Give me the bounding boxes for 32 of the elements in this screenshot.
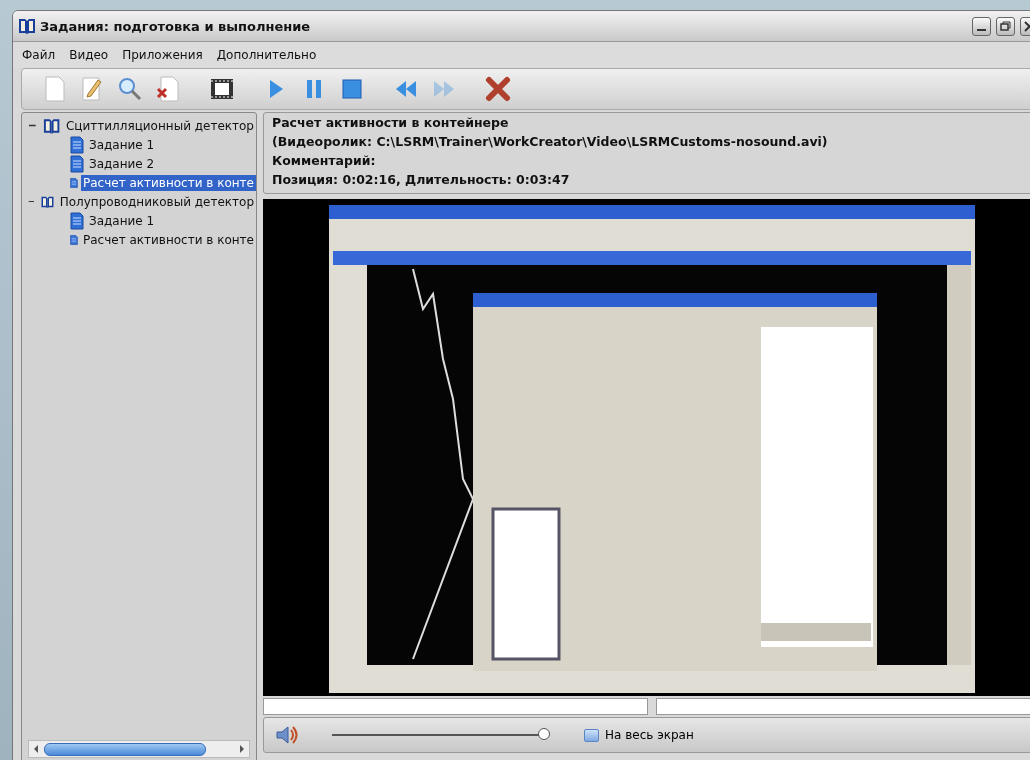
restore-icon bbox=[999, 19, 1012, 33]
info-line: Расчет активности в контейнере bbox=[272, 115, 510, 132]
checkbox-label[interactable]: На весь экран bbox=[605, 728, 694, 742]
tree-folder[interactable]: Полупроводниковый детектор bbox=[57, 193, 256, 210]
scroll-right-icon[interactable] bbox=[238, 744, 246, 754]
info-line: (Видеоролик: C:\LSRM\Trainer\WorkCreator\Video\LSRMCustoms-nosound.avi) bbox=[272, 134, 829, 151]
menu-item[interactable]: Видео bbox=[64, 46, 114, 64]
text-field[interactable] bbox=[656, 698, 1030, 715]
minimize-button[interactable] bbox=[972, 16, 991, 36]
tree-folder[interactable]: Сциттилляционный детектор bbox=[63, 117, 256, 134]
book-icon bbox=[41, 116, 61, 135]
tree-item[interactable]: Задание 1 bbox=[87, 136, 157, 153]
minimize-icon bbox=[977, 28, 986, 31]
window-title: Задания: подготовка и выполнение bbox=[40, 18, 311, 34]
book-icon bbox=[17, 17, 37, 35]
checkbox[interactable] bbox=[584, 728, 599, 742]
menu-item[interactable]: Дополнительно bbox=[211, 46, 322, 64]
info-line: Позиция: 0:02:16, Длительность: 0:03:47 bbox=[272, 172, 571, 189]
tree-item[interactable]: Задание 2 bbox=[87, 155, 157, 172]
volume-slider-thumb[interactable] bbox=[538, 728, 550, 740]
horizontal-scrollbar[interactable] bbox=[28, 740, 250, 758]
document-icon bbox=[70, 135, 84, 154]
tree-item[interactable]: Расчет активности в конте bbox=[81, 174, 256, 191]
tree-item[interactable]: Задание 1 bbox=[87, 212, 157, 229]
scroll-left-icon[interactable] bbox=[32, 744, 40, 754]
menu-item[interactable]: Файл bbox=[17, 46, 61, 64]
text-field[interactable] bbox=[263, 698, 648, 715]
tree-item[interactable]: Расчет активности в конте bbox=[81, 231, 256, 248]
info-line: Комментарий: bbox=[272, 153, 377, 170]
speaker-icon[interactable] bbox=[274, 723, 298, 747]
restore-button[interactable] bbox=[996, 16, 1015, 36]
menu-item[interactable]: Приложения bbox=[117, 46, 208, 64]
